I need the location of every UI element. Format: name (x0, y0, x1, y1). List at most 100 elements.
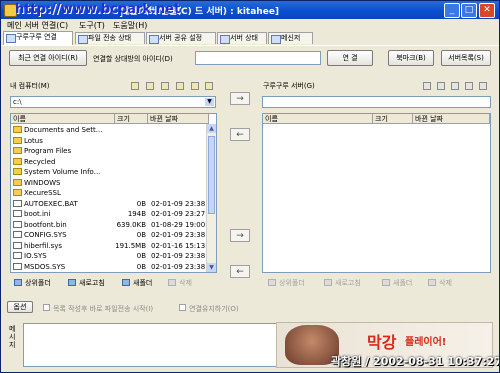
file-row[interactable]: boot.ini 194B 02-01-09 23:27:48 (11, 209, 216, 219)
upload-arrow-button-2[interactable]: → (230, 229, 250, 242)
file-name: CONFIG.SYS (24, 231, 67, 239)
parent-folder-icon (268, 279, 276, 286)
local-file-list[interactable]: 이름 크기 바뀐 날짜 Documents and Sett... Lotus Pr… (10, 113, 217, 273)
refresh-icon[interactable] (479, 82, 487, 90)
scroll-up-icon[interactable]: ▲ (207, 124, 216, 133)
scroll-thumb[interactable] (208, 136, 215, 214)
file-icon (13, 231, 22, 238)
forward-icon[interactable] (146, 82, 154, 90)
local-delete-button[interactable]: 삭제 (168, 277, 192, 289)
remote-parent-folder-button[interactable]: 상위폴더 (268, 277, 305, 289)
file-icon (13, 199, 22, 207)
share-icon (149, 35, 159, 44)
local-path-select[interactable]: c:\ ▼ (10, 96, 216, 108)
target-id-input[interactable] (195, 51, 321, 65)
file-row[interactable]: Recycled (11, 157, 207, 167)
local-parent-folder-button[interactable]: 상위폴더 (14, 277, 51, 289)
upload-arrow-button[interactable]: → (230, 92, 250, 105)
keep-connection-checkbox[interactable] (179, 304, 186, 311)
button-label: 상위폴더 (279, 279, 305, 287)
view-icon[interactable] (465, 82, 473, 90)
tab-server-status[interactable]: 서버 상태 (217, 32, 267, 44)
remote-refresh-button[interactable]: 새로고침 (324, 277, 361, 289)
file-row[interactable]: MSDOS.SYS 0B 02-01-09 23:38:02 (11, 262, 216, 272)
auto-transfer-checkbox[interactable] (43, 304, 50, 311)
file-name: System Volume Info... (24, 168, 101, 176)
file-row[interactable]: IO.SYS 0B 02-01-09 23:38:02 (11, 251, 216, 261)
local-new-folder-button[interactable]: 새폴더 (122, 277, 152, 289)
refresh-icon[interactable] (205, 82, 213, 90)
folder-icon (13, 189, 22, 196)
back-icon[interactable] (423, 82, 431, 90)
options-button[interactable]: 옵션 (7, 301, 33, 313)
file-row[interactable]: WINDOWS (11, 178, 207, 188)
ad-headline: 막강 (367, 333, 397, 352)
button-label: 삭제 (179, 279, 192, 287)
file-row[interactable]: Documents and Sett... (11, 125, 207, 135)
chevron-down-icon[interactable]: ▼ (205, 98, 214, 106)
bookmark-button[interactable]: 북마크(B) (388, 50, 434, 66)
file-icon (13, 241, 22, 249)
tab-messenger[interactable]: 메신저 (268, 32, 313, 44)
maximize-button[interactable]: □ (461, 3, 477, 18)
tab-server-share[interactable]: 서버 공유 설정 (146, 32, 216, 44)
menu-tools[interactable]: 도구(T) (79, 20, 105, 31)
title-bar[interactable]: 메인 서버 연결(C) 드 서버) : kitahee] http://www.… (1, 1, 499, 19)
keep-connection-label: 연결유지하기(O) (189, 305, 239, 313)
tab-guru-connect[interactable]: 구루구루 연결 (3, 31, 73, 45)
message-input[interactable] (23, 323, 277, 367)
menu-help[interactable]: 도움말(H) (113, 20, 147, 31)
scroll-down-icon[interactable]: ▼ (207, 263, 216, 272)
remote-path-input[interactable] (262, 96, 491, 108)
file-size: 0B (136, 231, 146, 239)
file-size: 639.0KB (116, 220, 146, 229)
messenger-icon (271, 35, 281, 44)
button-label: 상위폴더 (25, 279, 51, 287)
file-name: Program Files (24, 147, 72, 155)
tab-file-transfer[interactable]: 파일 전송 상태 (75, 32, 145, 44)
file-row[interactable]: AUTOEXEC.BAT 0B 02-01-09 23:38:02 (11, 199, 216, 209)
column-header-name[interactable]: 이름 (11, 114, 115, 124)
file-name: Lotus (24, 136, 43, 145)
home-icon[interactable] (451, 82, 459, 90)
local-refresh-button[interactable]: 새로고침 (68, 277, 105, 289)
file-row[interactable]: CONFIG.SYS 0B 02-01-09 23:38:02 (11, 230, 216, 240)
connect-button[interactable]: 연 결 (327, 50, 373, 66)
home-icon[interactable] (161, 82, 169, 90)
file-row[interactable]: Program Files (11, 146, 207, 156)
tab-label: 메신저 (281, 34, 301, 42)
close-button[interactable]: ✕ (479, 3, 495, 18)
column-header-date[interactable]: 바뀐 날짜 (148, 114, 209, 124)
file-icon (13, 262, 22, 270)
file-row[interactable]: System Volume Info... (11, 167, 207, 177)
delete-icon (168, 279, 176, 286)
download-arrow-button[interactable]: ← (230, 128, 250, 141)
file-row[interactable]: bootfont.bin 639.0KB 01-08-29 19:00:00 (11, 220, 216, 230)
column-header-size[interactable]: 크기 (115, 114, 148, 124)
button-label: 새폴더 (133, 279, 153, 287)
folder-icon[interactable] (176, 82, 184, 90)
menu-main-server[interactable]: 메인 서버 연결(C) (7, 20, 68, 31)
file-row[interactable]: Lotus (11, 136, 207, 146)
file-row[interactable]: hiberfil.sys 191.5MB 02-01-16 15:13:22 (11, 241, 216, 251)
file-size: 191.5MB (115, 241, 146, 250)
minimize-button[interactable]: _ (444, 3, 460, 18)
new-folder-icon (122, 279, 130, 286)
local-scrollbar[interactable]: ▲ ▼ (206, 124, 216, 272)
tab-label: 서버 상태 (230, 34, 258, 42)
remote-new-folder-button[interactable]: 새폴더 (382, 277, 412, 289)
recent-ids-button[interactable]: 최근 연결 아이디(R) (9, 50, 87, 66)
remote-delete-button[interactable]: 삭제 (428, 277, 452, 289)
remote-file-list[interactable]: 이름 크기 바뀐 날짜 (262, 113, 491, 273)
column-header-name[interactable]: 이름 (263, 114, 373, 124)
column-header-size[interactable]: 크기 (373, 114, 413, 124)
file-row[interactable]: XecureSSL (11, 188, 207, 198)
column-header-date[interactable]: 바뀐 날짜 (413, 114, 490, 124)
server-list-button[interactable]: 서버목록(S) (441, 50, 491, 66)
forward-icon[interactable] (437, 82, 445, 90)
back-icon[interactable] (131, 82, 139, 90)
view-icon[interactable] (191, 82, 199, 90)
download-arrow-button-2[interactable]: ← (230, 265, 250, 278)
button-label: 새로고침 (79, 279, 105, 287)
button-label: 새폴더 (393, 279, 413, 287)
